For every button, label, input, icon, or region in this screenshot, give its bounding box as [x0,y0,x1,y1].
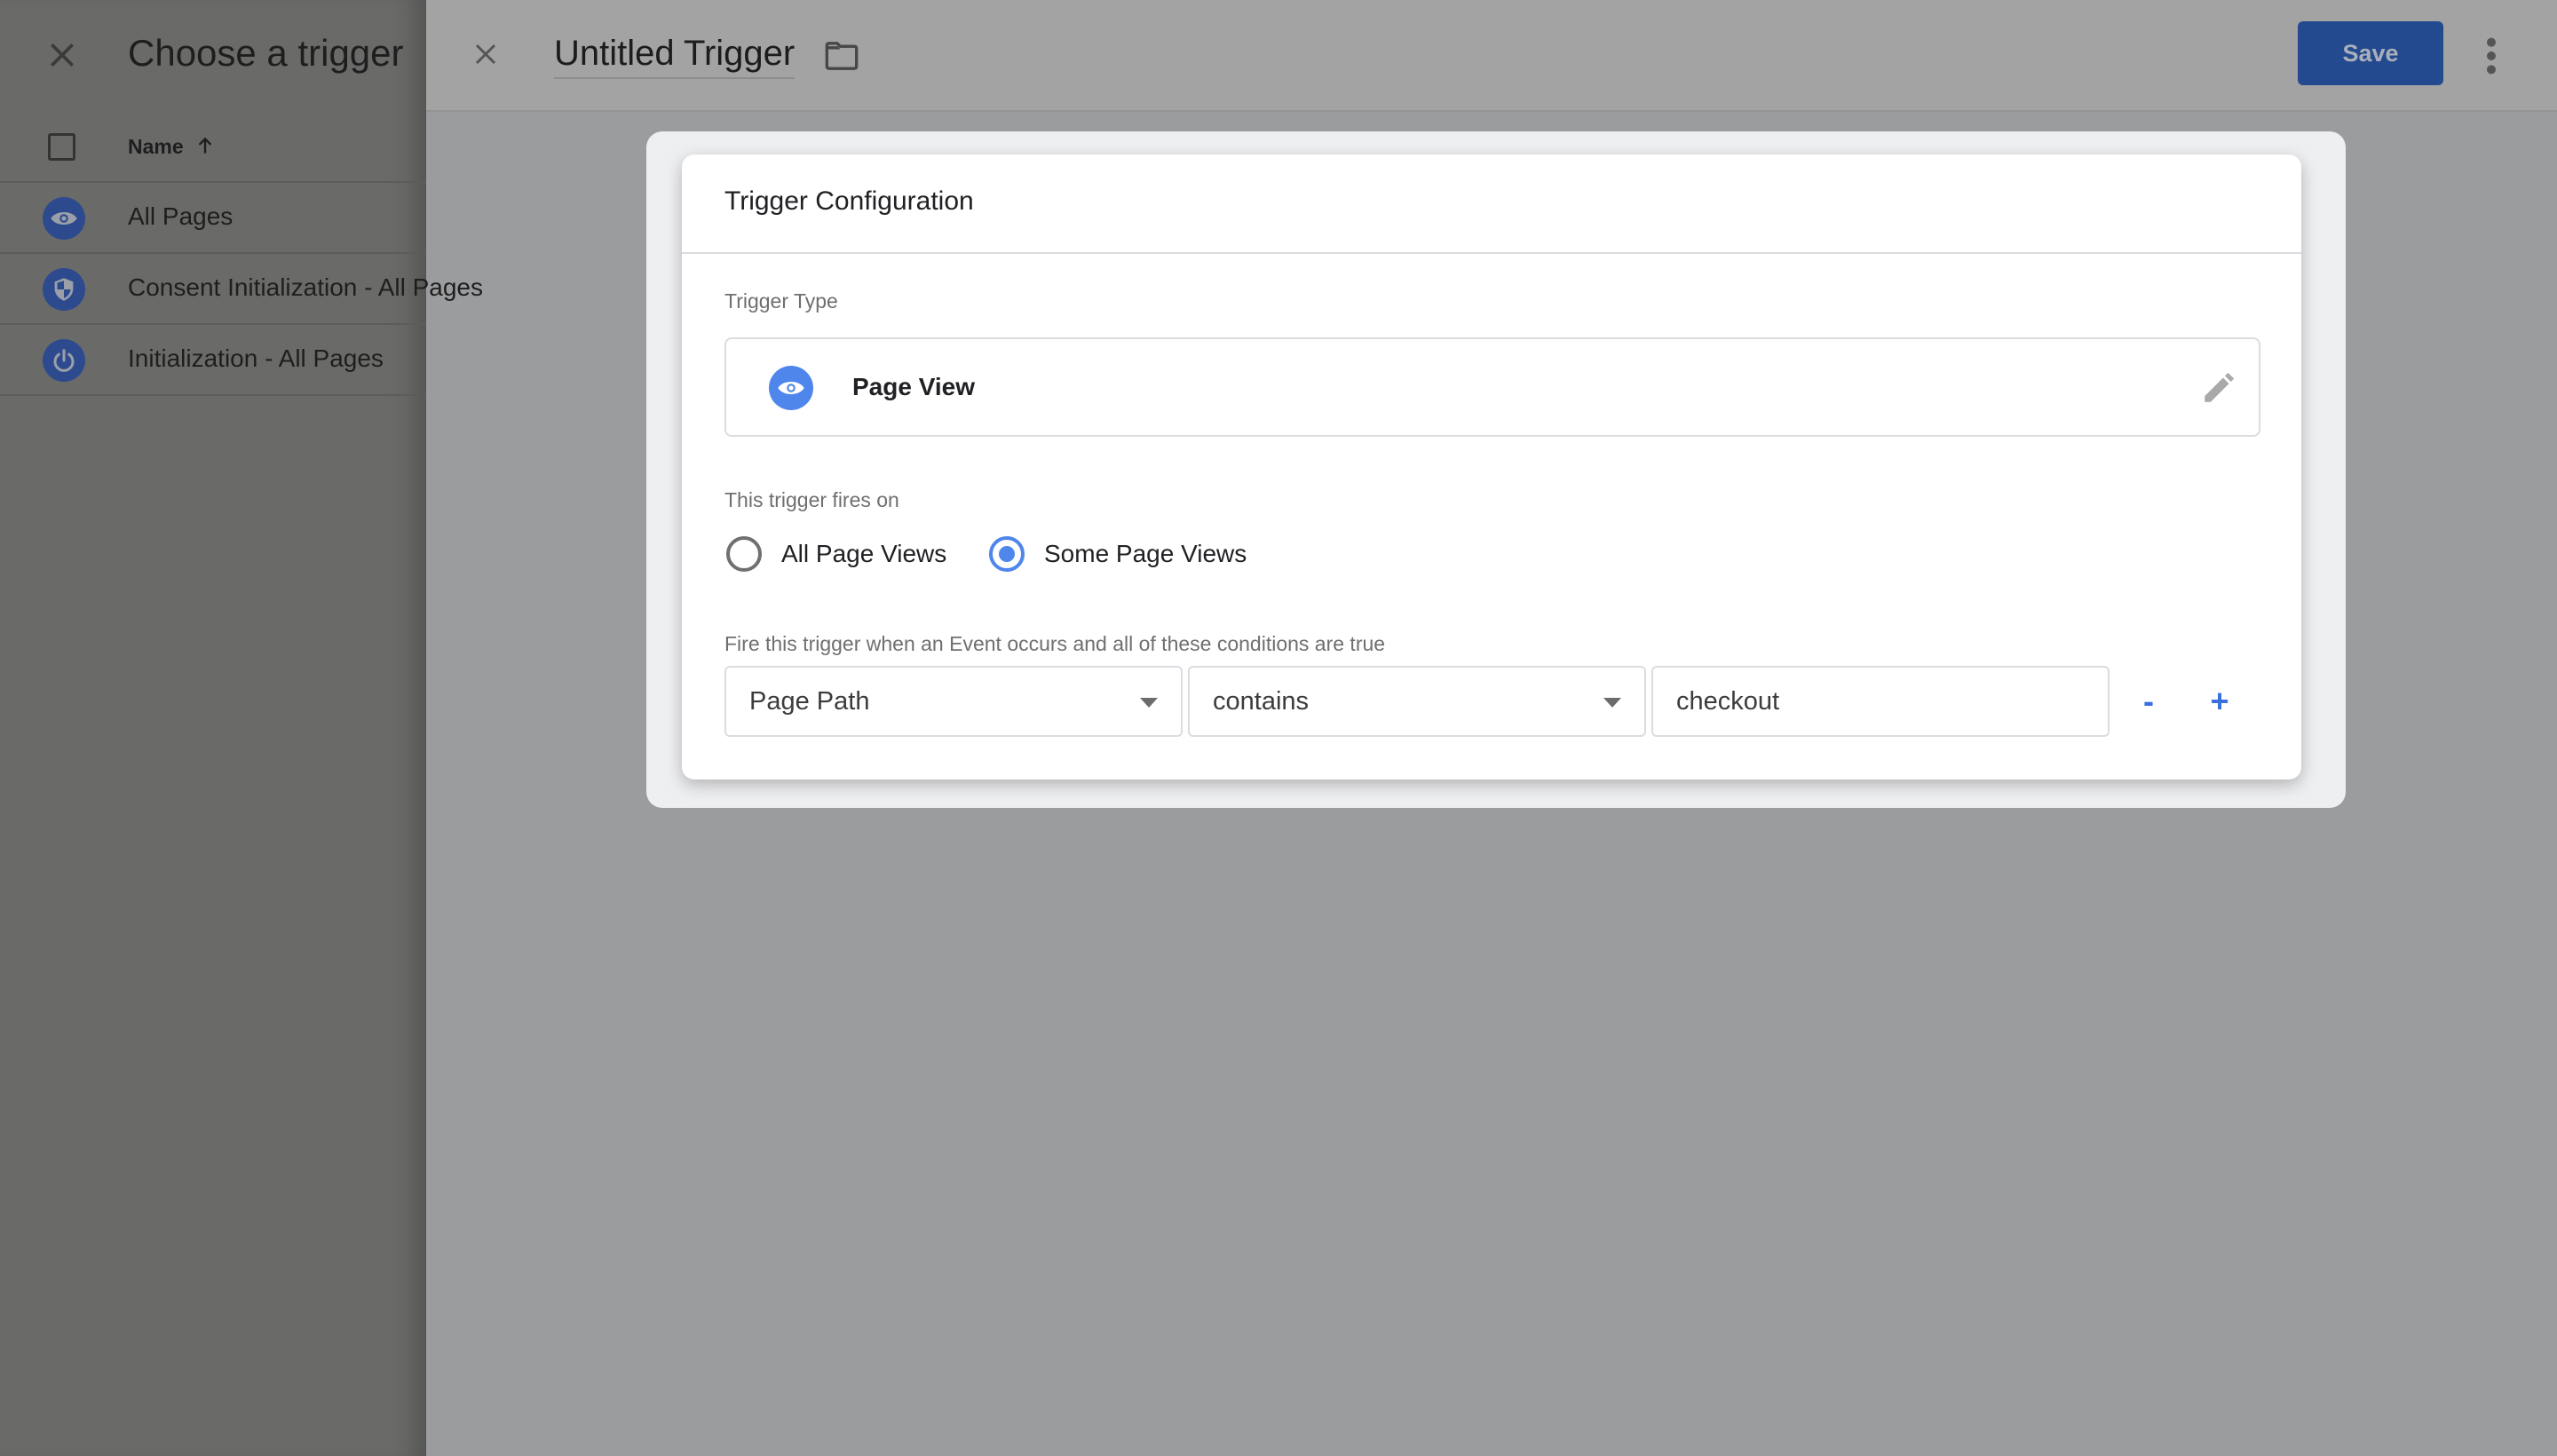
fires-on-label: This trigger fires on [724,488,899,511]
radio-all-page-views[interactable]: All Page Views [726,536,946,572]
pencil-icon[interactable] [2200,369,2237,407]
column-header-name[interactable]: Name [128,135,184,159]
card-title: Trigger Configuration [724,186,974,216]
trigger-row-all-pages[interactable]: All Pages [0,183,426,254]
close-icon[interactable] [472,41,499,67]
condition-row: Page Path contains checkout - + [724,666,2287,737]
radio-button[interactable] [726,536,762,572]
more-vert-icon[interactable] [2482,36,2500,76]
power-icon [43,339,85,382]
divider [682,252,2301,254]
trigger-row-label: Consent Initialization - All Pages [128,273,483,301]
dropdown-arrow-icon [1603,698,1621,708]
trigger-type-selector[interactable]: Page View [724,337,2260,437]
save-button[interactable]: Save [2298,21,2443,85]
trigger-editor-toolbar: Untitled Trigger Save [426,0,2557,112]
trigger-name-input[interactable]: Untitled Trigger [554,34,796,79]
trigger-type-label: Trigger Type [724,289,838,313]
radio-button-selected[interactable] [989,536,1025,572]
operator-select-value: contains [1213,687,1310,716]
eye-icon [43,197,85,240]
radio-label: All Page Views [781,540,947,567]
trigger-row-label: All Pages [128,202,234,230]
operator-select[interactable]: contains [1188,666,1646,737]
trigger-type-name: Page View [852,373,976,400]
radio-some-page-views[interactable]: Some Page Views [989,536,1247,572]
trigger-row-initialization[interactable]: Initialization - All Pages [0,325,426,396]
table-header: Name [0,121,426,183]
condition-value-input[interactable]: checkout [1651,666,2110,737]
close-icon[interactable] [44,37,80,73]
choose-trigger-header: Choose a trigger [0,0,426,115]
eye-icon [769,366,813,410]
condition-label: Fire this trigger when an Event occurs a… [724,632,1386,655]
folder-icon[interactable] [824,41,859,71]
remove-condition-button[interactable]: - [2124,675,2173,728]
trigger-configuration-card: Trigger Configuration Trigger Type Page … [682,154,2301,779]
condition-value: checkout [1676,687,1780,716]
sort-arrow-up-icon[interactable] [194,133,217,158]
choose-trigger-panel: Choose a trigger Name All Pages Consent … [0,0,483,1456]
select-all-checkbox[interactable] [48,133,75,161]
variable-select[interactable]: Page Path [724,666,1183,737]
radio-label: Some Page Views [1044,540,1247,567]
trigger-row-label: Initialization - All Pages [128,344,384,372]
shield-icon [43,268,85,311]
add-condition-button[interactable]: + [2195,675,2244,728]
panel-title: Choose a trigger [128,32,404,74]
trigger-row-consent-initialization[interactable]: Consent Initialization - All Pages [0,254,483,325]
variable-select-value: Page Path [749,687,870,716]
dropdown-arrow-icon [1140,698,1158,708]
